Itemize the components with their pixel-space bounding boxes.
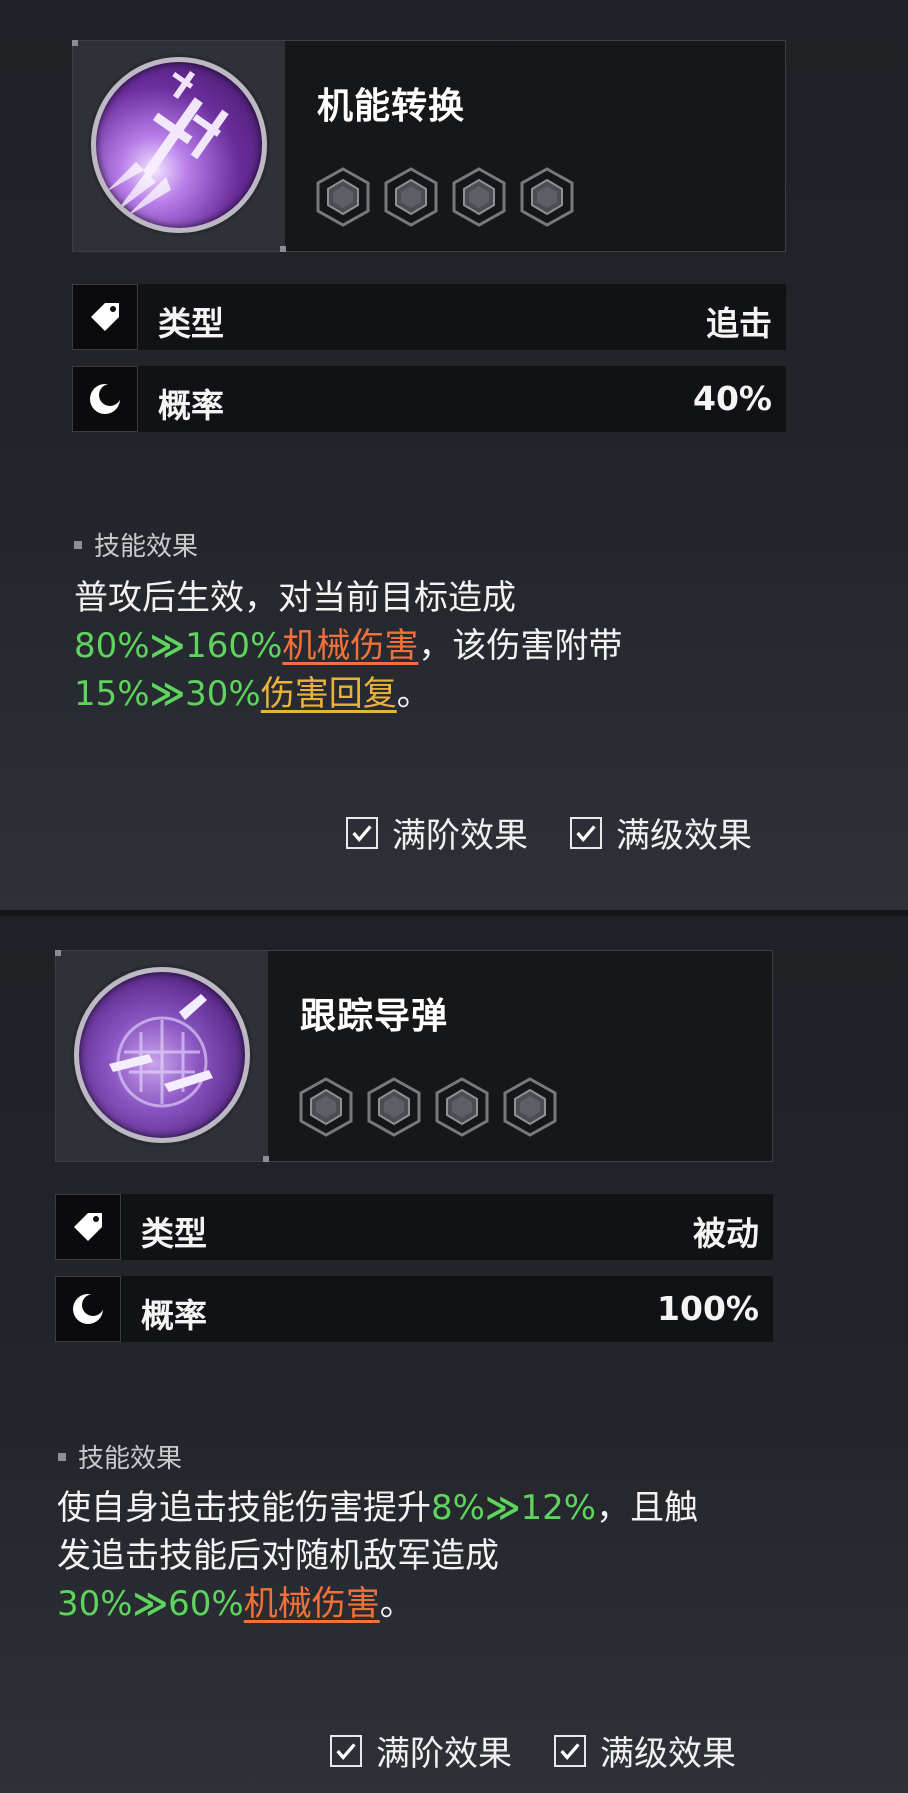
desc-text: 。 (379, 1584, 414, 1624)
stat-value: 被动 (693, 1214, 759, 1253)
desc-line: 30%≫60%机械伤害。 (57, 1580, 698, 1628)
desc-line: 发追击技能后对随机敌军造成 (57, 1532, 698, 1580)
crescent-moon-icon (72, 366, 138, 432)
desc-line: 使自身追击技能伤害提升8%≫12%，且触 (57, 1484, 698, 1532)
option-label: 满级效果 (600, 1734, 736, 1774)
option-label: 满阶效果 (392, 816, 528, 856)
full-rank-toggle[interactable]: 满阶效果 (346, 808, 528, 857)
skill-panel-1: 机能转换 类型 追击 概率 40% 技能效果 普攻后生效，对当前目标造成 80%… (0, 0, 908, 910)
skill-card: 机能转换 (72, 40, 786, 252)
bullet-icon (58, 1452, 66, 1461)
skill-description: 使自身追击技能伤害提升8%≫12%，且触 发追击技能后对随机敌军造成 30%≫6… (57, 1484, 698, 1628)
effect-options: 满阶效果 满级效果 (346, 808, 752, 857)
desc-text: 普攻后生效，对当前目标造成 (74, 578, 516, 618)
value-base: 15% (74, 674, 150, 714)
desc-line: 普攻后生效，对当前目标造成 (74, 574, 622, 622)
value-max: 30% (185, 674, 261, 714)
skill-name: 机能转换 (317, 86, 466, 127)
option-label: 满级效果 (616, 816, 752, 856)
checkbox[interactable] (330, 1734, 362, 1767)
desc-line: 80%≫160%机械伤害，该伤害附带 (74, 622, 622, 670)
star-rank-row (315, 167, 575, 227)
full-level-toggle[interactable]: 满级效果 (570, 808, 752, 857)
value-base: 80% (74, 626, 150, 666)
value-max: 12% (520, 1488, 597, 1528)
value-max: 60% (168, 1584, 244, 1624)
desc-text: ，且触 (596, 1488, 699, 1528)
stat-row-type: 类型 追击 (72, 284, 786, 350)
stat-value: 追击 (706, 304, 772, 343)
check-icon (335, 1742, 357, 1759)
upgrade-arrow-icon: ≫ (132, 1584, 169, 1624)
tag-icon (55, 1194, 121, 1260)
check-icon (351, 824, 373, 841)
crossed-swords-slash-icon (91, 57, 267, 233)
skill-icon-frame (72, 40, 286, 252)
stat-label: 概率 (141, 1296, 207, 1335)
rank-hex-icon (384, 167, 438, 227)
upgrade-arrow-icon: ≫ (149, 626, 186, 666)
checkbox[interactable] (570, 816, 602, 849)
skill-panel-2: 跟踪导弹 类型 被动 概率 100% 技能效果 使自身追击技能伤害提升8%≫12… (0, 916, 908, 1793)
stat-label: 概率 (158, 386, 224, 425)
desc-text: 。 (396, 674, 431, 714)
checkbox[interactable] (346, 816, 378, 849)
section-title: 技能效果 (58, 1438, 182, 1475)
keyword-link[interactable]: 机械伤害 (282, 626, 418, 666)
rank-hex-icon (367, 1077, 421, 1137)
check-icon (559, 1742, 581, 1759)
rank-hex-icon (503, 1077, 557, 1137)
stat-label: 类型 (158, 304, 224, 343)
bullet-icon (74, 540, 82, 549)
stat-row-probability: 概率 100% (55, 1276, 773, 1342)
rank-hex-icon (435, 1077, 489, 1137)
section-title: 技能效果 (74, 526, 198, 563)
keyword-link[interactable]: 机械伤害 (244, 1584, 380, 1624)
check-icon (575, 824, 597, 841)
star-rank-row (298, 1077, 558, 1137)
rank-hex-icon (452, 167, 506, 227)
desc-text: 发追击技能后对随机敌军造成 (57, 1536, 499, 1576)
value-base: 8% (431, 1488, 485, 1528)
missile-barrage-icon (74, 967, 250, 1143)
section-title-text: 技能效果 (78, 1444, 183, 1474)
desc-text: ，该伤害附带 (418, 626, 623, 666)
value-max: 160% (185, 626, 283, 666)
value-base: 30% (57, 1584, 133, 1624)
upgrade-arrow-icon: ≫ (484, 1488, 521, 1528)
rank-hex-icon (299, 1077, 353, 1137)
skill-icon-frame (55, 950, 269, 1162)
stat-row-probability: 概率 40% (72, 366, 786, 432)
tag-icon (72, 284, 138, 350)
desc-line: 15%≫30%伤害回复。 (74, 670, 622, 718)
option-label: 满阶效果 (376, 1734, 512, 1774)
skill-name: 跟踪导弹 (300, 996, 449, 1037)
skill-description: 普攻后生效，对当前目标造成 80%≫160%机械伤害，该伤害附带 15%≫30%… (74, 574, 622, 718)
full-level-toggle[interactable]: 满级效果 (554, 1726, 736, 1775)
stat-label: 类型 (141, 1214, 207, 1253)
effect-options: 满阶效果 满级效果 (330, 1726, 736, 1775)
upgrade-arrow-icon: ≫ (149, 674, 186, 714)
crescent-moon-icon (55, 1276, 121, 1342)
stat-row-type: 类型 被动 (55, 1194, 773, 1260)
rank-hex-icon (316, 167, 370, 227)
rank-hex-icon (520, 167, 574, 227)
stat-value: 40% (693, 379, 772, 418)
checkbox[interactable] (554, 1734, 586, 1767)
desc-text: 使自身追击技能伤害提升 (57, 1488, 431, 1528)
keyword-link[interactable]: 伤害回复 (261, 674, 397, 714)
section-title-text: 技能效果 (94, 532, 199, 562)
stat-value: 100% (657, 1289, 759, 1328)
skill-card: 跟踪导弹 (55, 950, 773, 1162)
full-rank-toggle[interactable]: 满阶效果 (330, 1726, 512, 1775)
